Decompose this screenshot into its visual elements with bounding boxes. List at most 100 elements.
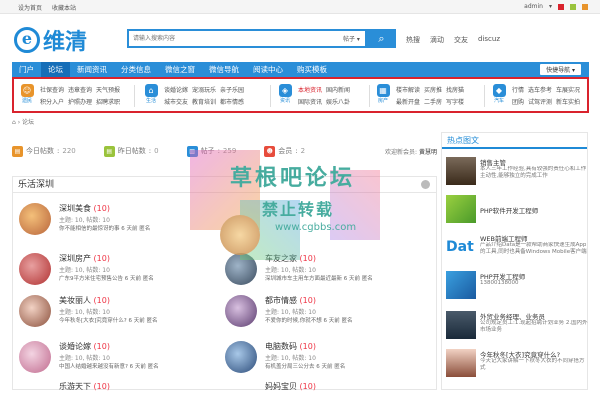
board-last-post[interactable]: 有机盖分局三公分去 6 天前 匿名 bbox=[265, 362, 345, 370]
board-last-post[interactable]: 你不能相信的最惊讶的事 6 天前 匿名 bbox=[59, 224, 150, 232]
subnav-link[interactable]: 谈婚论嫁 bbox=[164, 85, 188, 94]
subnav-link[interactable]: 二手房 bbox=[424, 97, 442, 106]
subnav-link[interactable]: 天气预报 bbox=[96, 85, 120, 94]
board-last-post[interactable]: 今年秋冬[大衣]究竟穿什么? 6 天前 匿名 bbox=[59, 316, 157, 324]
bookmark-link[interactable]: 收藏本站 bbox=[52, 5, 76, 12]
nav-item-wechat-window[interactable]: 微信之窗 bbox=[158, 62, 202, 77]
subnav-link[interactable]: 选车参考 bbox=[528, 85, 552, 94]
hot-search-link[interactable]: discuz bbox=[478, 35, 500, 45]
subnav-link[interactable]: 都市情感 bbox=[220, 97, 244, 106]
subnav-link[interactable]: 教育培训 bbox=[192, 97, 216, 106]
search-input[interactable] bbox=[129, 31, 319, 46]
stat-item: ▤ 昨日帖数: 0 bbox=[103, 145, 159, 157]
board-meta: 主题: 10, 帖数: 10 bbox=[265, 355, 316, 362]
subnav-link[interactable]: 社保查询 bbox=[40, 85, 64, 94]
hot-search-link[interactable]: 滴动 bbox=[430, 35, 444, 45]
subnav-link[interactable]: 城市交友 bbox=[164, 97, 188, 106]
forum-board[interactable]: 深圳房产 (10) 主题: 10, 帖数: 10 广东9平方米住宅预售公告 6 … bbox=[13, 251, 213, 291]
board-name[interactable]: 车友之家 bbox=[265, 254, 297, 263]
nav-item-forum[interactable]: 论坛 bbox=[41, 62, 70, 77]
nav-item-buy-template[interactable]: 购买模板 bbox=[290, 62, 334, 77]
subnav-link[interactable]: 积分入户 bbox=[40, 97, 64, 106]
subnav-link[interactable]: 亲子乐园 bbox=[220, 85, 244, 94]
forum-board[interactable]: 妈妈宝贝 (10) bbox=[219, 381, 419, 391]
search-type-select[interactable]: 帖子 ▾ bbox=[343, 34, 360, 43]
divider bbox=[134, 85, 135, 107]
board-last-post[interactable]: 广东9平方米住宅预售公告 6 天前 匿名 bbox=[59, 274, 154, 282]
set-home-link[interactable]: 设为首页 bbox=[18, 5, 42, 12]
subnav-link[interactable]: 招聘求职 bbox=[96, 97, 120, 106]
nav-item-wechat-nav[interactable]: 微信导航 bbox=[202, 62, 246, 77]
board-name[interactable]: 妈妈宝贝 bbox=[265, 382, 297, 391]
nav-item-news[interactable]: 新闻资讯 bbox=[70, 62, 114, 77]
subnav-link[interactable]: 行情 bbox=[512, 85, 524, 94]
subnav-link[interactable]: 车展实况 bbox=[556, 85, 580, 94]
search-button[interactable]: ⌕ bbox=[367, 29, 396, 48]
forum-board[interactable]: 车友之家 (10) 主题: 10, 帖数: 10 深圳城市车主用车方面最近最新 … bbox=[219, 251, 419, 291]
board-name[interactable]: 电脑数码 bbox=[265, 342, 297, 351]
board-name[interactable]: 美妆丽人 bbox=[59, 296, 91, 305]
subnav-link[interactable]: 写字楼 bbox=[446, 97, 464, 106]
sidebar-item[interactable]: 今年秋冬[大衣]究竟穿什么? 今天记大家讲解一下秋冬大衣的不同穿搭方式 bbox=[446, 349, 586, 381]
message-icon[interactable] bbox=[582, 3, 588, 10]
board-last-post[interactable]: 中国人结婚越来越没有新意? 6 天前 匿名 bbox=[59, 362, 159, 370]
board-last-post[interactable]: 深圳城市车主用车方面最近最新 6 天前 匿名 bbox=[265, 274, 373, 282]
board-name[interactable]: 乐游天下 bbox=[59, 382, 91, 391]
forum-board[interactable]: 乐游天下 (10) bbox=[13, 381, 213, 391]
nav-item-classifieds[interactable]: 分类信息 bbox=[114, 62, 158, 77]
board-last-post[interactable]: 不爱你的时候,你就不想 6 天前 匿名 bbox=[265, 316, 353, 324]
sidebar-item[interactable]: 外贸业务经理、业务员 公司规定员工:1.现起招聘计划业务 2.国内外市场业务 bbox=[446, 311, 588, 343]
board-name[interactable]: 深圳房产 bbox=[59, 254, 91, 263]
data-logo-icon: Dat bbox=[446, 233, 476, 261]
subnav-link[interactable]: 楼市解读 bbox=[396, 85, 420, 94]
subnav-link[interactable]: 娱乐八卦 bbox=[326, 97, 350, 106]
hot-search-link[interactable]: 交友 bbox=[454, 35, 468, 45]
apps-icon[interactable] bbox=[570, 3, 576, 10]
subnav-link[interactable]: 最新开盘 bbox=[396, 97, 420, 106]
board-count: (10) bbox=[299, 296, 316, 305]
subnav-link[interactable]: 宠溺玩乐 bbox=[192, 85, 216, 94]
nav-item-reading[interactable]: 阅读中心 bbox=[246, 62, 290, 77]
board-name[interactable]: 谈婚论嫁 bbox=[59, 342, 91, 351]
board-name[interactable]: 深圳美食 bbox=[59, 204, 91, 213]
forum-board[interactable]: 深圳美食 (10) 主题: 10, 帖数: 10 你不能相信的最惊讶的事 6 天… bbox=[13, 201, 213, 241]
subnav-link-hot[interactable]: 本地资讯 bbox=[298, 85, 322, 94]
dropdown-icon[interactable]: ▾ bbox=[549, 3, 552, 10]
subnav-link[interactable]: 违章查询 bbox=[68, 85, 92, 94]
subnav-link[interactable]: 国内新闻 bbox=[326, 85, 350, 94]
forum-board[interactable]: 都市情感 (10) 主题: 10, 帖数: 10 不爱你的时候,你就不想 6 天… bbox=[219, 293, 419, 333]
subnav-link[interactable]: 护照办理 bbox=[68, 97, 92, 106]
nav-item-portal[interactable]: 门户 bbox=[12, 62, 41, 77]
sidebar-item[interactable]: 销售主管 本人三年工作经验,具有较强的责任心和工作主动性,能够独立的完成工作 bbox=[446, 157, 586, 189]
subnav-link[interactable]: 试驾评测 bbox=[528, 97, 552, 106]
subnav-link[interactable]: 新车实拍 bbox=[556, 97, 580, 106]
breadcrumb-item[interactable]: 论坛 bbox=[22, 119, 34, 126]
subnav-link[interactable]: 团购 bbox=[512, 97, 524, 106]
sidebar-item[interactable]: PHP软件开发工程师 bbox=[446, 195, 586, 227]
subnav-link[interactable]: 国际资讯 bbox=[298, 97, 322, 106]
subnav-link[interactable]: 买房推 bbox=[424, 85, 442, 94]
collapse-icon[interactable] bbox=[421, 180, 430, 189]
board-image bbox=[19, 295, 51, 327]
sidebar-item[interactable]: Dat WEB前端工程师 产品介绍Data是一款帮助商家快速生成App的工具,同… bbox=[446, 233, 587, 265]
breadcrumb: ⌂ › 论坛 bbox=[12, 119, 35, 126]
notice-icon[interactable] bbox=[558, 3, 564, 10]
site-logo[interactable]: e 维清 bbox=[14, 24, 87, 56]
forum-board[interactable]: 美妆丽人 (10) 主题: 10, 帖数: 10 今年秋冬[大衣]究竟穿什么? … bbox=[13, 293, 213, 333]
article-title[interactable]: PHP软件开发工程师 bbox=[480, 205, 538, 215]
subnav-link[interactable]: 找房猫 bbox=[446, 85, 464, 94]
subnav-group: ▦ 房产 楼市解读 买房推 找房猫 最新开盘 二手房 写字楼 bbox=[374, 82, 484, 110]
quick-nav-button[interactable]: 快捷导航 ▾ bbox=[540, 64, 581, 75]
sidebar-item[interactable]: PHP开发工程师 13800138000 bbox=[446, 271, 586, 303]
forum-board[interactable]: 谈婚论嫁 (10) 主题: 10, 帖数: 10 中国人结婚越来越没有新意? 6… bbox=[13, 339, 213, 379]
hot-search-link[interactable]: 热搜 bbox=[406, 35, 420, 45]
divider bbox=[484, 85, 485, 107]
board-name[interactable]: 都市情感 bbox=[265, 296, 297, 305]
new-member-link[interactable]: 黄慧明 bbox=[419, 149, 437, 156]
article-desc: 13800138000 bbox=[480, 280, 519, 286]
home-icon[interactable]: ⌂ bbox=[12, 119, 16, 126]
forum-board[interactable]: 电脑数码 (10) 主题: 10, 帖数: 10 有机盖分局三公分去 6 天前 … bbox=[219, 339, 419, 379]
calendar-icon: ▤ bbox=[12, 145, 23, 157]
board-count: (10) bbox=[299, 254, 316, 263]
username-link[interactable]: admin bbox=[524, 3, 543, 10]
